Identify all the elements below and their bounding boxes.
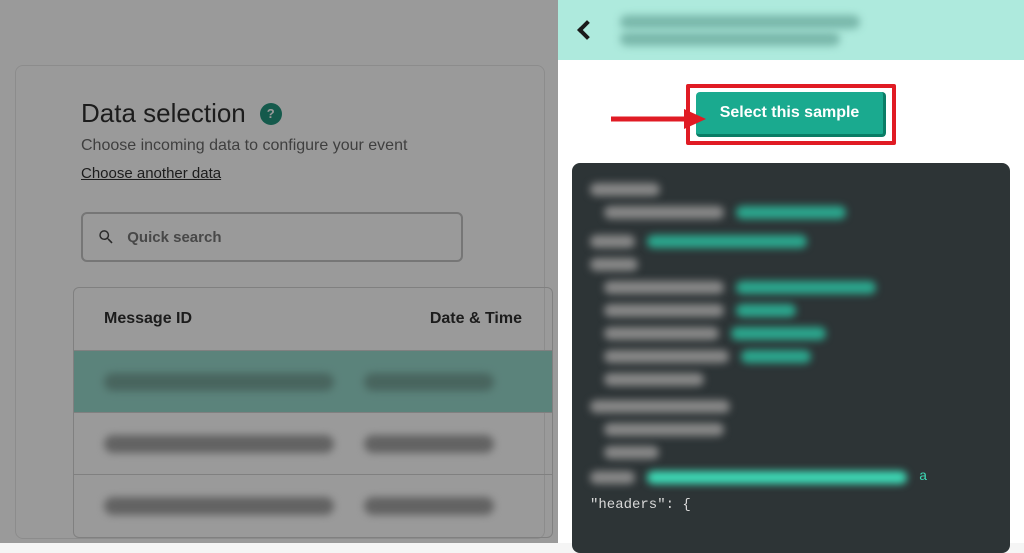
redacted-text — [104, 435, 334, 453]
table-row[interactable] — [74, 413, 552, 475]
page-title: Data selection — [81, 98, 246, 129]
drawer-header — [558, 0, 1024, 60]
choose-another-data-link[interactable]: Choose another data — [81, 165, 221, 182]
redacted-title — [620, 12, 1010, 49]
search-icon — [97, 227, 115, 247]
annotation-highlight: Select this sample — [686, 84, 897, 145]
table-row[interactable] — [74, 475, 552, 537]
column-message-id: Message ID — [104, 310, 430, 328]
help-icon[interactable]: ? — [260, 103, 282, 125]
redacted-text — [364, 497, 494, 515]
search-input[interactable] — [127, 229, 447, 246]
column-date-time: Date & Time — [430, 310, 522, 328]
redacted-text — [104, 497, 334, 515]
table-row[interactable] — [74, 351, 552, 413]
code-line-headers: "headers": { — [590, 497, 992, 513]
chevron-left-icon — [577, 20, 597, 40]
redacted-text — [364, 435, 494, 453]
select-sample-button[interactable]: Select this sample — [696, 92, 887, 137]
code-preview: a "headers": { — [572, 163, 1010, 553]
page-subtitle: Choose incoming data to configure your e… — [81, 137, 504, 155]
data-table: Message ID Date & Time — [73, 287, 553, 538]
back-button[interactable] — [572, 15, 602, 45]
table-header: Message ID Date & Time — [74, 288, 552, 351]
sample-drawer: Select this sample a "headers": { — [558, 0, 1024, 543]
redacted-text — [104, 373, 334, 391]
redacted-text — [364, 373, 494, 391]
data-selection-panel: Data selection ? Choose incoming data to… — [15, 65, 545, 539]
search-box[interactable] — [81, 212, 463, 262]
